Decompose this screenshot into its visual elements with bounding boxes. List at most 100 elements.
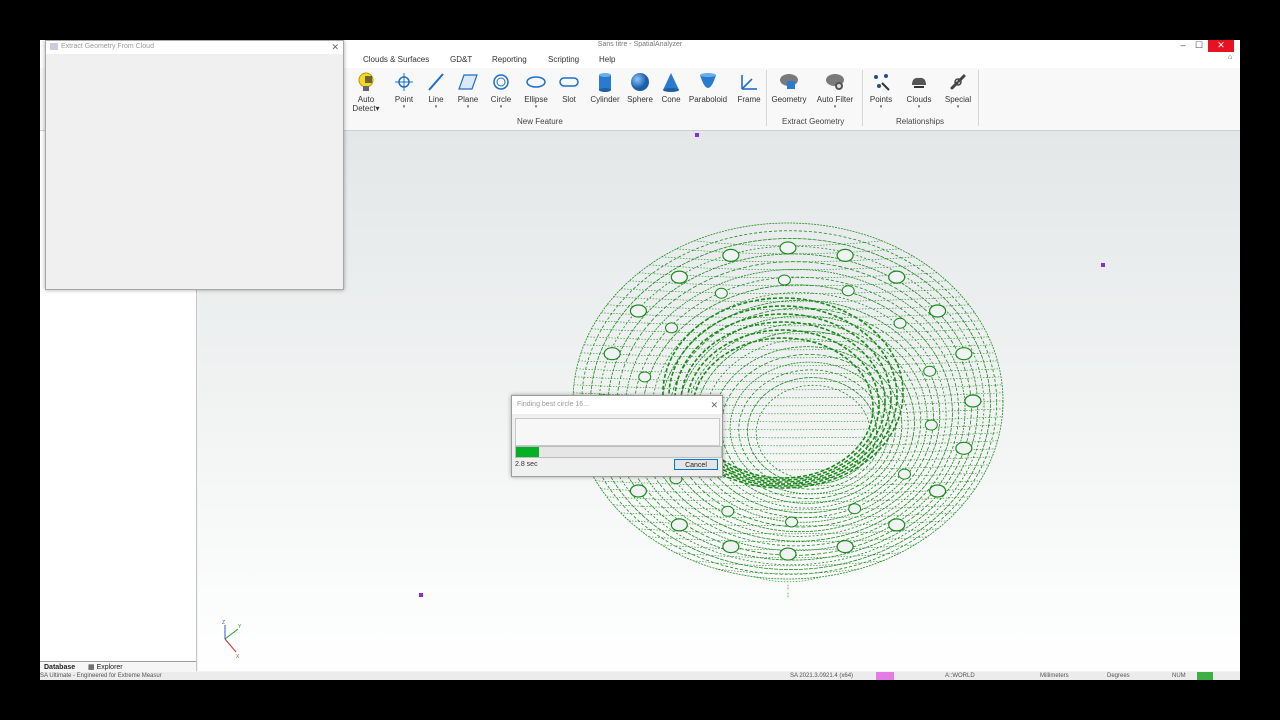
cloud-filter-icon <box>824 71 846 93</box>
circle-dropdown-icon[interactable]: ▾ <box>488 104 514 110</box>
ellipse-icon <box>525 71 547 93</box>
menu-help[interactable]: Help <box>599 54 615 66</box>
clouds-dropdown-icon[interactable]: ▾ <box>902 104 936 110</box>
extract-dialog-titlebar[interactable]: Extract Geometry From Cloud ✕ <box>46 41 343 54</box>
cylinder-icon <box>594 71 616 93</box>
extract-geometry-dialog: Extract Geometry From Cloud ✕ <box>45 40 344 290</box>
plane-icon <box>457 71 479 93</box>
special-relationship-icon <box>947 71 969 93</box>
close-icon[interactable]: ✕ <box>331 41 339 53</box>
minimize-icon[interactable]: – <box>1175 40 1191 52</box>
points-label: Points <box>869 95 893 104</box>
menu-clouds-surfaces[interactable]: Clouds & Surfaces <box>363 54 429 66</box>
frame-button[interactable]: Frame <box>735 70 763 118</box>
progress-dialog: Finding best circle 16... ✕ 2.8 sec Canc… <box>511 395 723 477</box>
status-version: SA 2021.3.0921.4 (x64) <box>790 673 854 679</box>
status-units-angle[interactable]: Degrees <box>1107 672 1130 680</box>
cone-button[interactable]: Cone <box>659 70 683 118</box>
auto-detect-label-2: Detect▾ <box>352 104 380 113</box>
menu-scripting[interactable]: Scripting <box>548 54 579 66</box>
cylinder-label: Cylinder <box>590 95 620 104</box>
geometry-label: Geometry <box>771 95 807 104</box>
circle-label: Circle <box>490 95 512 104</box>
circle-icon <box>490 71 512 93</box>
frame-icon <box>738 71 760 93</box>
frame-label: Frame <box>737 95 761 104</box>
ellipse-dropdown-icon[interactable]: ▾ <box>521 104 551 110</box>
point-dropdown-icon[interactable]: ▾ <box>390 104 418 110</box>
sphere-icon <box>629 71 651 93</box>
line-label: Line <box>428 95 444 104</box>
progress-bar-fill <box>516 447 539 457</box>
sphere-button[interactable]: Sphere <box>625 70 655 118</box>
ribbon-separator <box>862 70 863 126</box>
cone-label: Cone <box>661 95 681 104</box>
plane-button[interactable]: Plane ▾ <box>454 70 482 118</box>
clouds-relationship-icon <box>908 71 930 93</box>
cancel-button[interactable]: Cancel <box>674 459 718 470</box>
point-button[interactable]: Point ▾ <box>390 70 418 118</box>
progress-bar <box>515 446 722 458</box>
sphere-label: Sphere <box>627 95 653 104</box>
auto-detect-button[interactable]: Auto Detect▾ <box>350 70 382 118</box>
line-button[interactable]: Line ▾ <box>424 70 448 118</box>
svg-text:Z: Z <box>222 620 225 626</box>
auto-filter-dropdown-icon[interactable]: ▾ <box>814 104 856 110</box>
points-relationship-button[interactable]: Points ▾ <box>866 70 896 118</box>
svg-text:X: X <box>236 654 240 660</box>
paraboloid-button[interactable]: Paraboloid <box>686 70 730 118</box>
close-icon[interactable]: ✕ <box>1208 40 1234 52</box>
ellipse-label: Ellipse <box>524 95 548 104</box>
points-dropdown-icon[interactable]: ▾ <box>866 104 896 110</box>
plane-label: Plane <box>457 95 479 104</box>
auto-detect-label: Auto <box>357 95 375 104</box>
status-bar: SA Ultimate - Engineered for Extreme Mea… <box>40 672 1240 680</box>
auto-filter-button[interactable]: Auto Filter ▾ <box>814 70 856 118</box>
slot-icon <box>558 71 580 93</box>
cone-icon <box>660 71 682 93</box>
close-icon[interactable]: ✕ <box>710 396 718 414</box>
target-marker <box>695 133 699 137</box>
line-dropdown-icon[interactable]: ▾ <box>424 104 448 110</box>
ribbon-separator <box>766 70 767 126</box>
axis-triad-icon: Z Y X <box>222 620 242 660</box>
clouds-label: Clouds <box>906 95 932 104</box>
cylinder-button[interactable]: Cylinder <box>588 70 622 118</box>
plane-dropdown-icon[interactable]: ▾ <box>454 104 482 110</box>
target-marker <box>419 593 423 597</box>
extract-geometry-button[interactable]: Geometry <box>769 70 809 118</box>
point-icon <box>393 71 415 93</box>
status-product: SA Ultimate - Engineered for Extreme Mea… <box>40 673 162 679</box>
elapsed-time: 2.8 sec <box>515 461 538 468</box>
menu-reporting[interactable]: Reporting <box>492 54 527 66</box>
status-color-swatch[interactable] <box>876 672 894 680</box>
circle-button[interactable]: Circle ▾ <box>488 70 514 118</box>
group-extract-geometry: Extract Geometry <box>782 117 845 126</box>
special-relationship-button[interactable]: Special ▾ <box>942 70 974 118</box>
progress-dialog-titlebar[interactable]: Finding best circle 16... ✕ <box>512 396 722 414</box>
auto-detect-icon <box>355 71 377 93</box>
slot-button[interactable]: Slot <box>558 70 580 118</box>
maximize-icon[interactable]: ☐ <box>1191 40 1207 52</box>
group-new-feature: New Feature <box>517 117 563 126</box>
group-relationships: Relationships <box>896 117 945 126</box>
slot-label: Slot <box>562 95 576 104</box>
special-dropdown-icon[interactable]: ▾ <box>942 104 974 110</box>
line-icon <box>425 71 447 93</box>
paraboloid-label: Paraboloid <box>688 95 728 104</box>
clouds-relationship-button[interactable]: Clouds ▾ <box>902 70 936 118</box>
svg-text:Y: Y <box>238 624 242 630</box>
status-units-length[interactable]: Millimeters <box>1040 672 1069 680</box>
status-num: NUM <box>1172 673 1186 679</box>
special-label: Special <box>944 95 972 104</box>
ribbon-separator <box>978 70 979 126</box>
ribbon-collapse-icon[interactable]: ⌂ <box>1228 52 1232 64</box>
menu-gdt[interactable]: GD&T <box>450 54 472 66</box>
status-connection-indicator <box>1197 672 1213 680</box>
ellipse-button[interactable]: Ellipse ▾ <box>521 70 551 118</box>
progress-message-box <box>515 418 720 446</box>
points-relationship-icon <box>870 71 892 93</box>
extract-dialog-title: Extract Geometry From Cloud <box>61 43 154 50</box>
status-frame[interactable]: A::WORLD <box>945 672 975 680</box>
paraboloid-icon <box>697 71 719 93</box>
